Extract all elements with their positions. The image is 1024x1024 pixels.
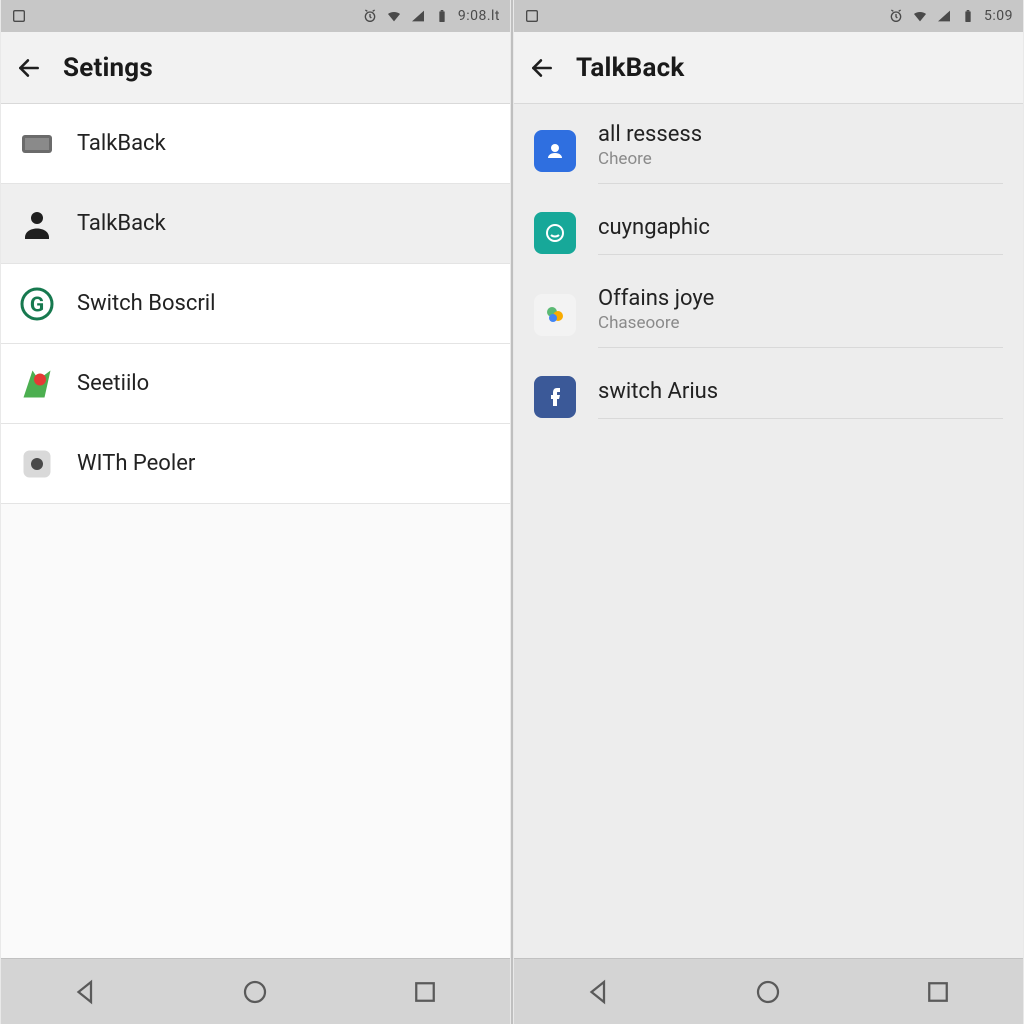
list-item-label: Seetiilo bbox=[77, 371, 492, 396]
battery-icon bbox=[960, 8, 976, 24]
list-item-with-peoler[interactable]: WITh Peoler bbox=[1, 424, 510, 504]
system-nav-bar bbox=[1, 958, 510, 1024]
page-title: Setings bbox=[63, 53, 153, 83]
empty-content-area bbox=[1, 504, 510, 958]
nav-back-button[interactable] bbox=[577, 970, 621, 1014]
nav-recents-button[interactable] bbox=[403, 970, 447, 1014]
alarm-icon bbox=[362, 8, 378, 24]
list-item-sublabel: Chaseoore bbox=[598, 313, 1003, 333]
list-item-label: TalkBack bbox=[77, 211, 492, 236]
nav-home-button[interactable] bbox=[233, 970, 277, 1014]
app-chat-icon bbox=[534, 212, 576, 254]
nav-back-button[interactable] bbox=[64, 970, 108, 1014]
wifi-icon bbox=[386, 8, 402, 24]
list-item-label: all ressess bbox=[598, 122, 1003, 147]
alarm-icon bbox=[888, 8, 904, 24]
signal-icon bbox=[936, 8, 952, 24]
wifi-icon bbox=[912, 8, 928, 24]
app-bar: Setings bbox=[1, 32, 510, 104]
list-item-cuyngaphic[interactable]: cuyngaphic bbox=[514, 194, 1023, 272]
maps-pin-icon bbox=[19, 366, 55, 402]
status-bar: 9:08.lt bbox=[1, 0, 510, 32]
list-item-talkback-2[interactable]: TalkBack bbox=[1, 184, 510, 264]
person-icon bbox=[19, 206, 55, 242]
dual-screenshot-stage: 9:08.lt Setings TalkBack bbox=[0, 0, 1024, 1024]
app-facebook-icon bbox=[534, 376, 576, 418]
nav-recents-button[interactable] bbox=[916, 970, 960, 1014]
app-person-pin-icon bbox=[534, 130, 576, 172]
list-item-talkback-1[interactable]: TalkBack bbox=[1, 104, 510, 184]
phone-right: 5:09 TalkBack all ressess Cheore bbox=[513, 0, 1024, 1024]
list-item-label: WITh Peoler bbox=[77, 451, 492, 476]
back-button[interactable] bbox=[15, 54, 43, 82]
list-item-label: cuyngaphic bbox=[598, 215, 1003, 240]
keyboard-icon bbox=[19, 126, 55, 162]
system-nav-bar bbox=[514, 958, 1023, 1024]
status-time: 5:09 bbox=[984, 8, 1013, 24]
status-time: 9:08.lt bbox=[458, 8, 500, 24]
list-item-seetilo[interactable]: Seetiilo bbox=[1, 344, 510, 424]
status-bar: 5:09 bbox=[514, 0, 1023, 32]
list-item-offains-joye[interactable]: Offains joye Chaseoore bbox=[514, 272, 1023, 358]
signal-icon bbox=[410, 8, 426, 24]
back-button[interactable] bbox=[528, 54, 556, 82]
list-item-switch-arius[interactable]: switch Arius bbox=[514, 358, 1023, 436]
list-item-label: Offains joye bbox=[598, 286, 1003, 311]
list-item-label: TalkBack bbox=[77, 131, 492, 156]
list-item-sublabel: Cheore bbox=[598, 149, 1003, 169]
talkback-list: all ressess Cheore cuyngaphic Offains jo… bbox=[514, 104, 1023, 958]
list-item-label: switch Arius bbox=[598, 379, 1003, 404]
list-item-all-ressess[interactable]: all ressess Cheore bbox=[514, 108, 1023, 194]
status-notification-icon bbox=[524, 8, 540, 24]
app-bar: TalkBack bbox=[514, 32, 1023, 104]
app-colorful-icon bbox=[534, 294, 576, 336]
page-title: TalkBack bbox=[576, 53, 684, 83]
phone-left: 9:08.lt Setings TalkBack bbox=[0, 0, 511, 1024]
list-item-label: Switch Boscril bbox=[77, 291, 492, 316]
list-item-switch[interactable]: G Switch Boscril bbox=[1, 264, 510, 344]
google-g-icon: G bbox=[19, 286, 55, 322]
battery-icon bbox=[434, 8, 450, 24]
nav-home-button[interactable] bbox=[746, 970, 790, 1014]
settings-list: TalkBack TalkBack G Switch Boscril bbox=[1, 104, 510, 504]
gear-box-icon bbox=[19, 446, 55, 482]
svg-text:G: G bbox=[30, 293, 44, 317]
status-notification-icon bbox=[11, 8, 27, 24]
